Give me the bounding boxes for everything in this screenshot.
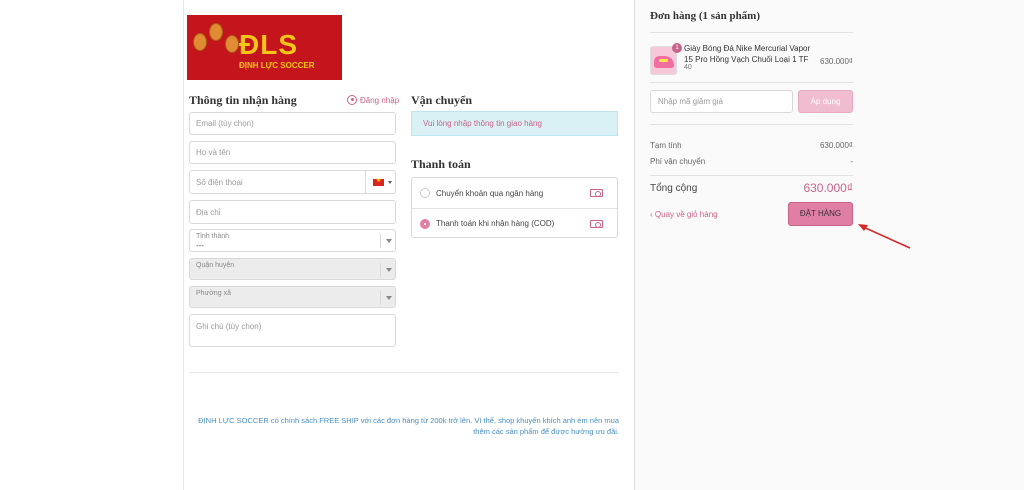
free-ship-policy-note: ĐỊNH LỰC SOCCER có chính sách FREE SHIP …	[198, 416, 619, 436]
lantern-icon	[193, 33, 207, 51]
chevron-down-icon	[380, 291, 395, 305]
vietnam-flag-icon	[373, 177, 384, 186]
quantity-badge: 1	[672, 43, 682, 53]
apply-discount-button[interactable]: Áp dụng	[798, 90, 853, 113]
delivery-notice: Vui lòng nhập thông tin giao hàng	[411, 111, 618, 136]
chevron-down-icon	[380, 234, 395, 248]
ward-label: Phường xã	[196, 290, 231, 297]
shipping-info-title: Thông tin nhận hàng	[189, 93, 297, 107]
divider	[650, 175, 853, 176]
ward-select[interactable]: Phường xã	[189, 286, 396, 308]
total-value: 630.000₫	[803, 181, 853, 195]
caret-down-icon	[388, 181, 392, 184]
province-label: Tỉnh thành	[196, 233, 230, 240]
divider	[650, 124, 853, 125]
user-icon	[347, 95, 357, 105]
lantern-icon	[225, 35, 239, 53]
logo-subtext: ĐỊNH LỰC SOCCER	[239, 61, 315, 70]
discount-code-input[interactable]	[651, 91, 792, 112]
radio-button[interactable]	[420, 188, 430, 198]
lantern-icon	[209, 23, 223, 41]
email-field[interactable]	[189, 112, 396, 135]
divider	[650, 82, 853, 83]
address-input[interactable]	[190, 201, 395, 223]
divider	[189, 372, 619, 373]
money-icon	[590, 189, 603, 197]
shoe-icon	[654, 56, 674, 68]
left-border	[183, 0, 184, 490]
delivery-title: Vận chuyển	[411, 93, 473, 107]
login-label: Đăng nhập	[360, 95, 400, 105]
address-field[interactable]	[189, 200, 396, 224]
name-field[interactable]	[189, 141, 396, 164]
phone-field[interactable]	[189, 170, 396, 194]
payment-title: Thanh toán	[411, 157, 471, 171]
radio-button[interactable]	[420, 218, 430, 229]
payment-option-cod[interactable]: Thanh toán khi nhận hàng (COD)	[412, 208, 617, 238]
province-select[interactable]: Tỉnh thành ---	[189, 229, 396, 252]
province-value: ---	[196, 241, 204, 250]
note-field[interactable]	[189, 314, 396, 347]
district-select[interactable]: Quận huyện	[189, 258, 396, 280]
product-price: 630.000₫	[820, 57, 854, 66]
subtotal-label: Tạm tính	[650, 141, 682, 150]
payment-methods: Chuyển khoản qua ngân hàng Thanh toán kh…	[411, 177, 618, 238]
payment-option-label: Thanh toán khi nhận hàng (COD)	[436, 219, 555, 228]
order-title: Đơn hàng (1 sản phẩm)	[650, 10, 761, 22]
annotation-arrow-icon	[858, 224, 911, 249]
payment-option-bank-transfer[interactable]: Chuyển khoản qua ngân hàng	[412, 178, 617, 208]
place-order-button[interactable]: ĐẶT HÀNG	[788, 202, 853, 226]
back-to-cart-link[interactable]: ‹ Quay về giỏ hàng	[650, 210, 718, 219]
note-input[interactable]	[190, 315, 395, 346]
logo-text: ĐLS	[239, 29, 298, 60]
divider	[650, 32, 853, 33]
shipping-fee-value: -	[850, 157, 853, 166]
subtotal-value: 630.000₫	[819, 141, 853, 150]
district-label: Quận huyện	[196, 262, 235, 269]
chevron-down-icon	[380, 263, 395, 277]
country-code-select[interactable]	[365, 171, 395, 193]
money-icon	[590, 219, 603, 228]
shipping-fee-label: Phí vận chuyển	[650, 157, 706, 166]
phone-input[interactable]	[190, 171, 365, 193]
email-input[interactable]	[190, 113, 395, 134]
product-name: Giày Bóng Đá Nike Mercurial Vapor 15 Pro…	[684, 44, 811, 64]
product-variant: 40	[684, 64, 692, 71]
discount-code-field[interactable]	[650, 90, 793, 113]
back-to-cart-label: Quay về giỏ hàng	[654, 210, 718, 219]
payment-option-label: Chuyển khoản qua ngân hàng	[436, 188, 544, 198]
brand-logo[interactable]: ĐLS ĐỊNH LỰC SOCCER	[187, 15, 342, 80]
total-label: Tổng cộng	[650, 183, 698, 194]
order-summary-panel: Đơn hàng (1 sản phẩm) 1 Giày Bóng Đá Nik…	[634, 0, 1024, 490]
name-input[interactable]	[190, 142, 395, 163]
login-link[interactable]: Đăng nhập	[347, 95, 399, 105]
